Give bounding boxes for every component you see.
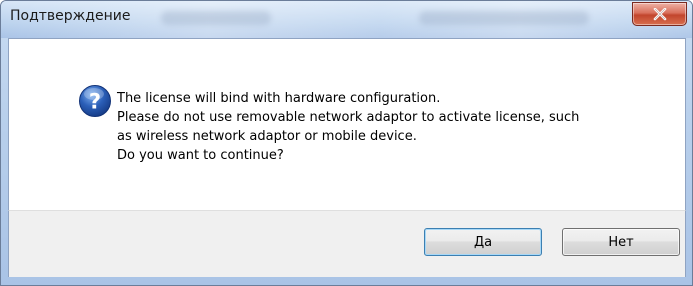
message-line: as wireless network adaptor or mobile de…: [117, 129, 417, 144]
no-button[interactable]: Нет: [562, 228, 680, 256]
no-button-label: Нет: [608, 234, 634, 250]
close-button[interactable]: [632, 2, 687, 26]
message-line: Do you want to continue?: [117, 148, 284, 163]
yes-button-label: Да: [473, 234, 493, 250]
message-line: Please do not use removable network adap…: [117, 110, 580, 125]
question-icon: ?: [79, 85, 111, 117]
dialog-title: Подтверждение: [10, 8, 131, 24]
close-icon: [653, 7, 666, 20]
svg-text:?: ?: [89, 90, 101, 114]
yes-button[interactable]: Да: [424, 228, 542, 256]
message-text: The license will bind with hardware conf…: [117, 89, 677, 165]
background-blur: [161, 11, 271, 25]
title-bar[interactable]: Подтверждение: [1, 1, 692, 38]
background-blur: [419, 11, 589, 25]
message-line: The license will bind with hardware conf…: [117, 91, 441, 106]
